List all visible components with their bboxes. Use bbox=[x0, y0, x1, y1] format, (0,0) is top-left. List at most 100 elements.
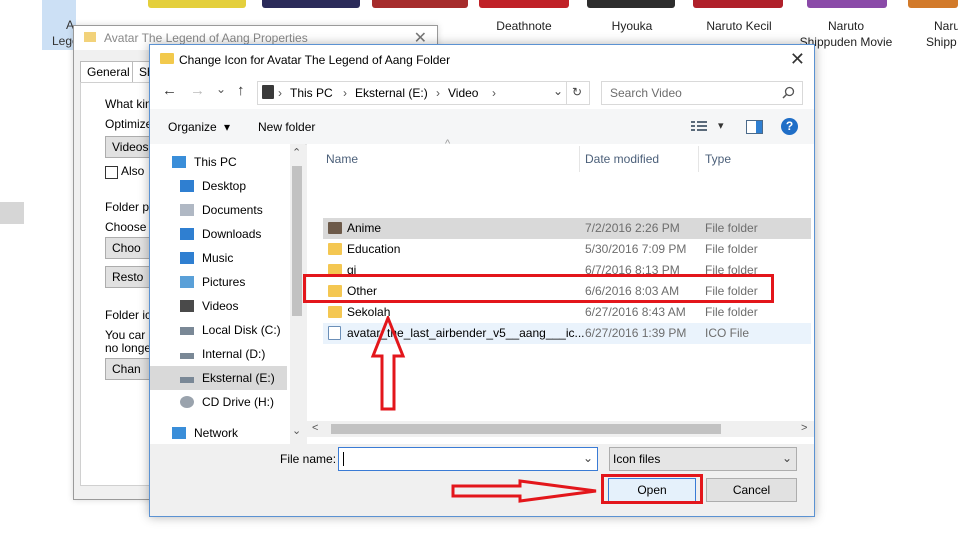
background-thumb-label: Shipp bbox=[926, 35, 957, 49]
nav-item-eksternal[interactable]: Eksternal (E:) bbox=[150, 367, 290, 389]
recent-locations-button[interactable]: ⌄ bbox=[216, 81, 226, 97]
nav-item-label: Eksternal (E:) bbox=[202, 371, 275, 385]
preview-pane-button[interactable] bbox=[746, 120, 763, 134]
background-thumb-label: Hyouka bbox=[611, 19, 653, 33]
column-header-type[interactable]: Type bbox=[705, 152, 731, 166]
nav-item-cd-drive[interactable]: CD Drive (H:) bbox=[150, 391, 290, 413]
file-type: File folder bbox=[705, 305, 758, 319]
nav-item-downloads[interactable]: Downloads bbox=[150, 223, 290, 245]
help-button[interactable]: ? bbox=[781, 118, 798, 135]
background-thumbnail[interactable] bbox=[372, 0, 468, 8]
nav-item-label: Network bbox=[194, 426, 239, 440]
file-type-filter[interactable]: Icon files ⌄ bbox=[609, 447, 797, 471]
choose-file-button[interactable]: Choo bbox=[105, 237, 153, 259]
nav-item-label: Desktop bbox=[202, 179, 247, 193]
nav-item-videos[interactable]: Videos bbox=[150, 295, 290, 317]
text-cursor bbox=[343, 452, 344, 466]
right-arrow-annotation-icon bbox=[451, 479, 597, 503]
desktop-icon bbox=[180, 180, 194, 192]
background-thumb-label: Naru bbox=[934, 19, 958, 33]
file-name-input[interactable]: ⌄ bbox=[338, 447, 598, 471]
background-thumb-label: Naruto bbox=[827, 19, 865, 33]
background-thumbnail[interactable] bbox=[908, 0, 958, 8]
search-input[interactable]: Search Video bbox=[601, 81, 803, 105]
up-button[interactable]: ↑ bbox=[237, 83, 245, 99]
scrollbar-thumb[interactable] bbox=[331, 424, 721, 434]
view-dropdown-button[interactable]: ▾ bbox=[718, 119, 724, 132]
scroll-left-button[interactable]: < bbox=[312, 422, 318, 434]
nav-item-pictures[interactable]: Pictures bbox=[150, 271, 290, 293]
video-library-icon bbox=[262, 85, 274, 99]
column-separator bbox=[698, 146, 699, 172]
background-thumbnail[interactable] bbox=[262, 0, 360, 8]
background-thumb-label: Deathnote bbox=[496, 19, 552, 33]
no-longer-text: no longe bbox=[105, 341, 152, 355]
nav-item-label: Pictures bbox=[202, 275, 246, 289]
file-name: Education bbox=[347, 242, 401, 256]
refresh-button[interactable]: ↻ bbox=[572, 85, 582, 99]
scroll-up-button[interactable]: ⌃ bbox=[292, 146, 301, 159]
new-folder-button[interactable]: New folder bbox=[258, 120, 315, 134]
change-icon-button[interactable]: Chan bbox=[105, 358, 153, 380]
nav-item-this-pc[interactable]: This PC bbox=[150, 151, 290, 173]
also-label: Also bbox=[121, 164, 145, 178]
nav-item-label: Local Disk (C:) bbox=[202, 323, 281, 337]
folder-icons-label: Folder ic bbox=[105, 308, 152, 322]
nav-item-internal[interactable]: Internal (D:) bbox=[150, 343, 290, 365]
nav-item-label: Videos bbox=[202, 299, 239, 313]
nav-item-local-disk[interactable]: Local Disk (C:) bbox=[150, 319, 290, 341]
column-header-date[interactable]: Date modified bbox=[585, 152, 659, 166]
nav-item-desktop[interactable]: Desktop bbox=[150, 175, 290, 197]
folder-thumbnail-icon bbox=[328, 222, 342, 234]
chevron-down-icon[interactable]: ⌄ bbox=[583, 451, 593, 465]
breadcrumb-this-pc[interactable]: This PC bbox=[290, 86, 333, 100]
scrollbar-thumb[interactable] bbox=[292, 166, 302, 316]
also-checkbox[interactable] bbox=[105, 166, 118, 179]
choose-label: Choose bbox=[105, 220, 147, 234]
highlight-box-ico-file bbox=[303, 274, 774, 303]
file-list-hscrollbar[interactable]: < > bbox=[307, 421, 814, 437]
background-thumbnail[interactable] bbox=[479, 0, 569, 8]
nav-item-documents[interactable]: Documents bbox=[150, 199, 290, 221]
forward-button[interactable]: → bbox=[190, 83, 205, 99]
nav-item-network[interactable]: Network bbox=[150, 422, 290, 444]
organize-button[interactable]: Organize ▾ bbox=[168, 120, 230, 134]
address-separator: › bbox=[492, 86, 496, 100]
breadcrumb-eksternal[interactable]: Eksternal (E:) bbox=[355, 86, 428, 100]
background-thumbnail[interactable] bbox=[148, 0, 246, 8]
folder-icon bbox=[160, 53, 174, 64]
restore-default-button[interactable]: Resto bbox=[105, 266, 153, 288]
file-type: ICO File bbox=[705, 326, 750, 340]
file-row[interactable]: Education 5/30/2016 7:09 PM File folder bbox=[323, 239, 811, 260]
optimize-select[interactable]: Videos bbox=[105, 136, 153, 158]
background-thumbnail[interactable] bbox=[693, 0, 783, 8]
dialog-close-button[interactable]: ✕ bbox=[790, 49, 805, 69]
scroll-right-button[interactable]: > bbox=[801, 422, 807, 434]
highlight-box-open-button bbox=[601, 474, 703, 504]
breadcrumb-video[interactable]: Video bbox=[448, 86, 478, 100]
chevron-down-icon: ⌄ bbox=[781, 451, 792, 465]
nav-item-music[interactable]: Music bbox=[150, 247, 290, 269]
address-dropdown-button[interactable]: ⌄ bbox=[553, 84, 563, 98]
file-type: File folder bbox=[705, 242, 758, 256]
file-date: 7/2/2016 2:26 PM bbox=[585, 221, 680, 235]
disk-icon bbox=[180, 327, 194, 335]
view-options-button[interactable] bbox=[691, 121, 707, 132]
folder-pictures-label: Folder p bbox=[105, 200, 150, 214]
file-date: 5/30/2016 7:09 PM bbox=[585, 242, 687, 256]
nav-item-label: Downloads bbox=[202, 227, 262, 241]
column-header-name[interactable]: Name bbox=[326, 152, 358, 166]
background-thumb-label: Naruto Kecil bbox=[706, 19, 772, 33]
file-type: File folder bbox=[705, 221, 758, 235]
scroll-down-button[interactable]: ⌄ bbox=[292, 424, 301, 437]
back-button[interactable]: ← bbox=[162, 83, 177, 99]
background-thumbnail[interactable] bbox=[807, 0, 887, 8]
cancel-button[interactable]: Cancel bbox=[706, 478, 797, 502]
file-type-filter-value: Icon files bbox=[613, 452, 661, 466]
folder-icon bbox=[84, 32, 96, 42]
background-thumbnail[interactable] bbox=[587, 0, 675, 8]
file-row[interactable]: Anime 7/2/2016 2:26 PM File folder bbox=[323, 218, 811, 239]
disk-icon bbox=[180, 377, 194, 383]
address-bar[interactable]: › This PC › Eksternal (E:) › Video › ⌄ ↻ bbox=[257, 81, 590, 105]
tab-general[interactable]: General bbox=[80, 61, 137, 83]
